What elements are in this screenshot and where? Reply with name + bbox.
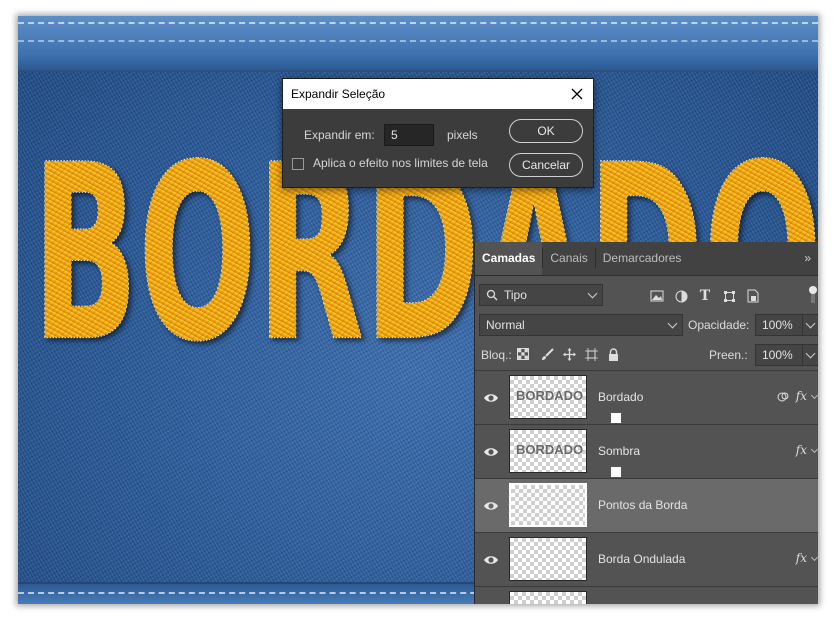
layer-row-borda-ondulada[interactable]: Borda Ondulada fx <box>475 532 818 586</box>
layer-effects-fx-icon[interactable]: fx <box>796 389 807 403</box>
adjustment-layer-filter-icon[interactable] <box>673 288 689 304</box>
layer-row-partial[interactable] <box>475 586 818 604</box>
layer-thumbnail <box>509 483 587 527</box>
layer-thumbnail: BORDADO <box>509 429 622 478</box>
collapse-panel-icon[interactable]: » <box>804 251 811 265</box>
opacity-input[interactable]: 100% <box>755 314 803 336</box>
layers-panel: Camadas Canais Demarcadores » Tipo T Nor… <box>474 242 818 604</box>
ok-button[interactable]: OK <box>509 119 583 143</box>
lock-transparency-icon[interactable] <box>515 346 531 362</box>
visibility-eye-icon[interactable] <box>483 552 499 568</box>
layer-effects-fx-icon[interactable]: fx <box>796 551 807 565</box>
blend-mode-dropdown[interactable]: Normal <box>479 314 683 336</box>
shape-layer-filter-icon[interactable] <box>721 288 737 304</box>
layer-name: Sombra <box>598 444 641 458</box>
lock-artboard-icon[interactable] <box>583 346 599 362</box>
chevron-down-icon[interactable] <box>810 553 818 562</box>
close-icon[interactable] <box>569 86 585 102</box>
layer-thumbnail <box>509 591 587 604</box>
tab-layers[interactable]: Camadas <box>475 242 543 275</box>
layer-thumbnail: BORDADO <box>509 375 622 424</box>
chevron-down-icon[interactable] <box>810 445 818 454</box>
fill-input[interactable]: 100% <box>755 344 803 366</box>
blend-mode-value: Normal <box>486 318 525 332</box>
smart-filter-effects-icon[interactable] <box>777 391 789 403</box>
chevron-down-icon <box>667 318 678 329</box>
panel-tabbar: Camadas Canais Demarcadores » <box>475 242 818 276</box>
layer-filter-dropdown[interactable]: Tipo <box>479 284 603 306</box>
thumbnail-text: BORDADO <box>516 442 584 457</box>
pixel-layer-filter-icon[interactable] <box>649 288 665 304</box>
tab-paths[interactable]: Demarcadores <box>596 242 689 275</box>
type-layer-filter-icon[interactable]: T <box>697 288 713 304</box>
tab-channels[interactable]: Canais <box>543 242 594 275</box>
opacity-slider-toggle[interactable] <box>802 314 818 336</box>
dialog-titlebar: Expandir Seleção <box>283 79 593 109</box>
smart-object-badge-icon <box>610 466 622 478</box>
opacity-value: 100% <box>762 318 793 332</box>
filter-value: Tipo <box>504 288 527 302</box>
lock-pixels-brush-icon[interactable] <box>539 346 555 362</box>
thumbnail-text: BORDADO <box>516 388 584 403</box>
layer-row-sombra[interactable]: BORDADO Sombra fx <box>475 424 818 478</box>
opacity-label: Opacidade: <box>688 318 750 332</box>
fill-slider-toggle[interactable] <box>802 344 818 366</box>
layer-name: Bordado <box>598 390 644 404</box>
expand-by-label: Expandir em: <box>304 128 375 142</box>
layer-thumbnail <box>509 537 587 581</box>
layer-effects-fx-icon[interactable]: fx <box>796 443 807 457</box>
fill-value: 100% <box>762 348 793 362</box>
search-icon <box>486 289 498 301</box>
chevron-down-icon <box>805 348 816 359</box>
layer-name: Borda Ondulada <box>598 552 686 566</box>
chevron-down-icon <box>587 288 598 299</box>
dialog-title: Expandir Seleção <box>291 87 386 101</box>
fill-label: Preen.: <box>709 348 748 362</box>
apply-canvas-bounds-label: Aplica o efeito nos limites de tela <box>313 156 488 170</box>
lock-position-move-icon[interactable] <box>561 346 577 362</box>
filter-toggle-icon[interactable] <box>805 286 818 303</box>
expand-selection-dialog: Expandir Seleção Expandir em: pixels Apl… <box>282 78 594 188</box>
lock-label: Bloq.: <box>481 348 512 362</box>
visibility-eye-icon[interactable] <box>483 390 499 406</box>
unit-label: pixels <box>447 128 478 142</box>
chevron-down-icon <box>805 318 816 329</box>
chevron-down-icon[interactable] <box>810 391 818 400</box>
expand-by-input[interactable] <box>384 124 434 146</box>
layer-row-pontos-da-borda[interactable]: Pontos da Borda <box>475 478 818 532</box>
visibility-eye-icon[interactable] <box>483 444 499 460</box>
smart-object-badge-icon <box>610 412 622 424</box>
layer-row-bordado[interactable]: BORDADO Bordado fx <box>475 370 818 424</box>
layer-name: Pontos da Borda <box>598 498 688 512</box>
smart-object-filter-icon[interactable] <box>745 288 761 304</box>
cancel-button[interactable]: Cancelar <box>509 153 583 177</box>
screenshot-frame: BORDADO Expandir Seleção Expandir em: pi… <box>18 16 818 604</box>
visibility-eye-icon[interactable] <box>483 498 499 514</box>
apply-canvas-bounds-checkbox[interactable] <box>292 158 304 170</box>
lock-all-padlock-icon[interactable] <box>605 346 621 362</box>
